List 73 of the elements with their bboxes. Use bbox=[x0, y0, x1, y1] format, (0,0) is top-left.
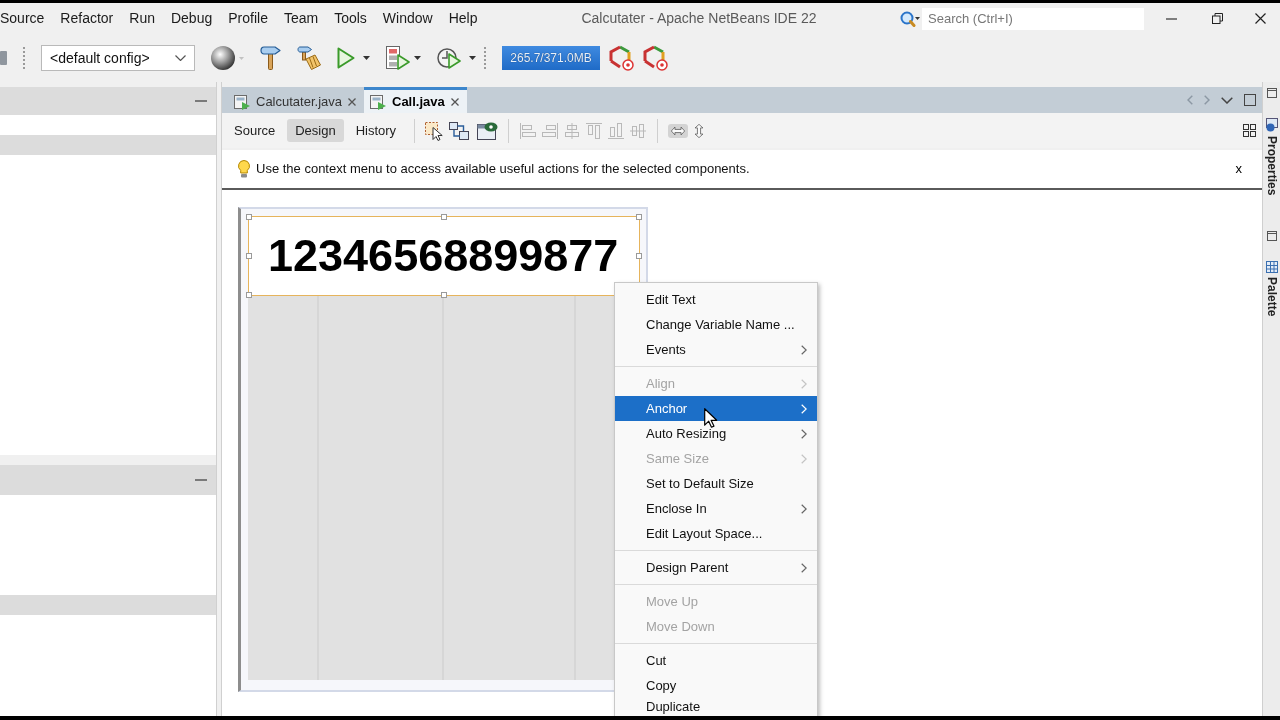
resize-handle[interactable] bbox=[246, 253, 252, 259]
menu-item[interactable]: Team bbox=[275, 10, 327, 27]
label-text: 12346568899877 bbox=[268, 231, 619, 281]
pointer-cursor-icon bbox=[704, 408, 718, 428]
menu-item[interactable]: Window bbox=[374, 10, 441, 27]
menu-item[interactable]: Enclose In bbox=[615, 496, 817, 521]
hammer-icon[interactable] bbox=[260, 46, 281, 70]
horizontal-arrows-icon[interactable] bbox=[668, 123, 689, 138]
globe-icon[interactable] bbox=[211, 46, 235, 70]
connection-icon[interactable] bbox=[449, 120, 470, 141]
search-icon[interactable] bbox=[900, 10, 920, 27]
window-icon[interactable] bbox=[1266, 88, 1277, 98]
caret-icon[interactable] bbox=[363, 56, 370, 60]
close-icon[interactable] bbox=[450, 97, 459, 106]
menu-item[interactable]: Tools bbox=[326, 10, 375, 27]
hint-text: Use the context menu to access available useful actions for the selected components. bbox=[256, 161, 750, 177]
clock-play-icon[interactable] bbox=[437, 46, 461, 70]
menu-item[interactable]: Copy bbox=[615, 673, 817, 698]
editor-tab[interactable]: Call.java bbox=[364, 87, 467, 113]
chevron-down-icon bbox=[175, 55, 186, 61]
hexagon-icon[interactable] bbox=[608, 45, 634, 71]
config-dropdown[interactable]: <default config> bbox=[41, 45, 195, 71]
chevron-down-icon[interactable] bbox=[1221, 96, 1233, 104]
view-tab[interactable]: Design bbox=[287, 118, 344, 143]
view-tab[interactable]: Source bbox=[226, 118, 284, 143]
side-tab[interactable]: Properties bbox=[1264, 136, 1279, 196]
window-dot-icon[interactable] bbox=[1265, 118, 1278, 132]
resize-handle[interactable] bbox=[441, 214, 447, 220]
window-eye-icon[interactable] bbox=[477, 121, 499, 140]
search-field[interactable]: Search (Ctrl+I) bbox=[922, 7, 1144, 30]
document-play-icon[interactable] bbox=[386, 46, 410, 70]
form-file-icon bbox=[234, 93, 250, 110]
resize-handle[interactable] bbox=[246, 292, 252, 298]
menu-item[interactable]: Cut bbox=[615, 648, 817, 673]
menu-item[interactable]: Design Parent bbox=[615, 555, 817, 580]
menu-item[interactable]: Help bbox=[440, 10, 486, 27]
window-icon[interactable] bbox=[1266, 231, 1277, 242]
restore-icon[interactable] bbox=[1211, 13, 1223, 24]
palette-grid-icon[interactable] bbox=[1265, 261, 1278, 274]
play-icon[interactable] bbox=[337, 47, 355, 69]
side-tab[interactable]: Palette bbox=[1264, 277, 1279, 317]
editor-tab[interactable]: Calcutater.java bbox=[228, 87, 364, 113]
lightbulb-icon bbox=[238, 160, 250, 178]
hexagon-icon[interactable] bbox=[642, 45, 668, 71]
view-tab[interactable]: History bbox=[347, 118, 405, 143]
menu-item[interactable]: Edit Layout Space... bbox=[615, 521, 817, 546]
menu-item[interactable]: Refactor bbox=[52, 10, 122, 27]
menu-item[interactable]: Change Variable Name ... bbox=[615, 312, 817, 337]
selection-icon[interactable] bbox=[425, 120, 446, 141]
menu-item[interactable]: Duplicate bbox=[615, 698, 817, 716]
resize-handle[interactable] bbox=[246, 214, 252, 220]
close-icon[interactable] bbox=[1254, 13, 1266, 24]
menu-item[interactable]: Run bbox=[121, 10, 163, 27]
caret-icon[interactable] bbox=[414, 56, 421, 60]
menu-item[interactable]: Edit Text bbox=[615, 287, 817, 312]
hammer-broom-icon[interactable] bbox=[297, 46, 321, 70]
memory-indicator[interactable]: 265.7/371.0MB bbox=[502, 46, 600, 70]
close-button[interactable]: x bbox=[1233, 161, 1244, 177]
maximize-icon[interactable] bbox=[1244, 94, 1256, 106]
menu-item[interactable]: Source bbox=[0, 10, 53, 27]
menu-item[interactable]: Events bbox=[615, 337, 817, 362]
form-file-icon bbox=[370, 93, 386, 110]
resize-handle[interactable] bbox=[636, 214, 642, 220]
grid-icon[interactable] bbox=[1243, 124, 1256, 137]
caret-icon[interactable] bbox=[469, 56, 476, 60]
menu-item[interactable]: Set to Default Size bbox=[615, 471, 817, 496]
resize-handle[interactable] bbox=[636, 253, 642, 259]
menu-item[interactable]: Debug bbox=[162, 10, 221, 27]
menu-item[interactable]: Anchor bbox=[615, 396, 817, 421]
menu-item[interactable]: Profile bbox=[220, 10, 276, 27]
menu-item[interactable]: Auto Resizing bbox=[615, 421, 817, 446]
resize-handle[interactable] bbox=[441, 292, 447, 298]
window-title: Calcutater - Apache NetBeans IDE 22 bbox=[581, 10, 817, 27]
